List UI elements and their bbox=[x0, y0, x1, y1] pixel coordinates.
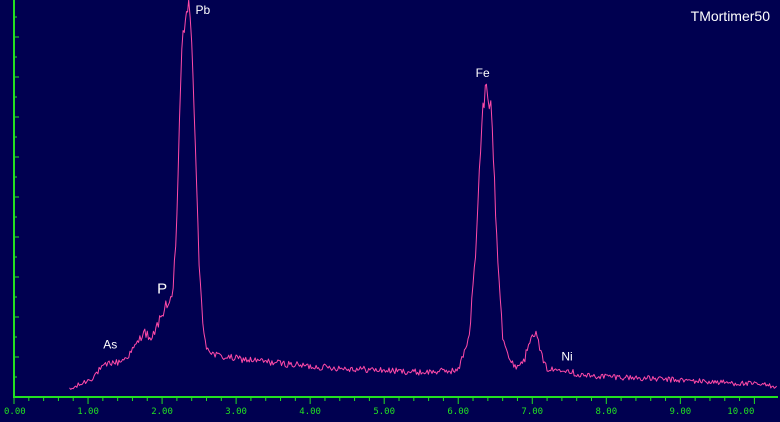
x-tick-label: 10.00 bbox=[727, 407, 754, 417]
plot-background bbox=[0, 0, 780, 422]
eds-spectrum-chart: 0.00 1.00 2.00 3.00 4.00 5.00 6.00 7.00 8.00 9.00… bbox=[0, 0, 780, 422]
peak-label-p: P bbox=[157, 281, 167, 298]
watermark-text: TMortimer50 bbox=[691, 8, 771, 24]
peak-label-fe: Fe bbox=[476, 66, 490, 80]
x-tick-label: 0.00 bbox=[4, 407, 26, 417]
peak-label-ni: Ni bbox=[561, 350, 572, 364]
x-tick-label: 4.00 bbox=[299, 407, 321, 417]
x-tick-label: 6.00 bbox=[447, 407, 469, 417]
x-tick-label: 3.00 bbox=[225, 407, 247, 417]
x-tick-label: 2.00 bbox=[151, 407, 173, 417]
x-tick-label: 1.00 bbox=[77, 407, 99, 417]
peak-label-as: As bbox=[103, 338, 117, 352]
x-tick-label: 7.00 bbox=[521, 407, 543, 417]
x-tick-label: 5.00 bbox=[373, 407, 395, 417]
x-tick-label: 8.00 bbox=[595, 407, 617, 417]
x-tick-label: 9.00 bbox=[670, 407, 692, 417]
peak-label-pb: Pb bbox=[195, 3, 210, 17]
